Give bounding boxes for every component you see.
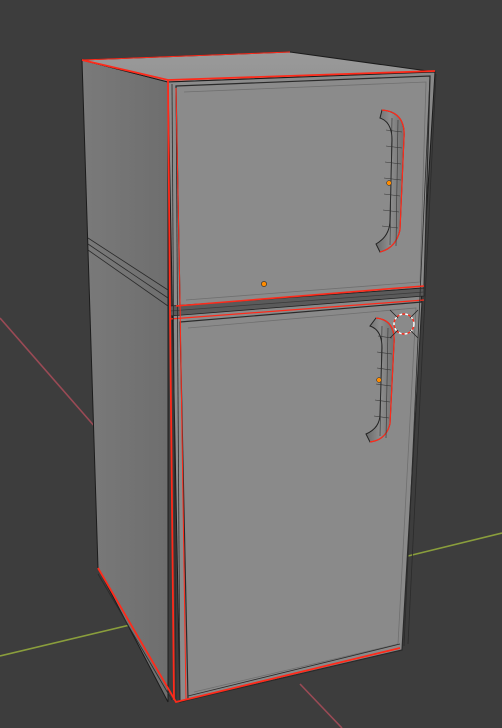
grid-axis-y-line [0, 317, 97, 429]
fridge-left-side [81, 59, 169, 703]
grid-axis-y-line-lower [299, 683, 343, 728]
handle-origin-dot-upper[interactable] [386, 180, 392, 186]
3d-viewport[interactable] [0, 0, 502, 728]
grid-axis-x-line [0, 623, 135, 657]
refrigerator-mesh[interactable] [81, 51, 437, 704]
handle-origin-dot-lower[interactable] [376, 377, 382, 383]
viewport-canvas[interactable] [0, 0, 502, 728]
object-origin-dot[interactable] [261, 281, 267, 287]
grid-axis-x-line-right [407, 532, 502, 557]
